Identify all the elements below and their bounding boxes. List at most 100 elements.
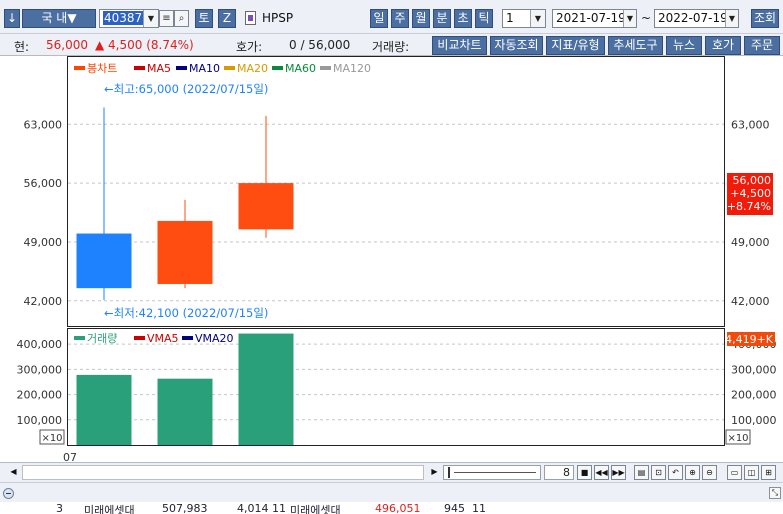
high-price-annotation: ←최고:65,000 (2022/07/15일) [104, 82, 268, 96]
fast-forward-icon[interactable]: ▶▶ [611, 465, 626, 480]
period-count-select[interactable]: 1 ▼ [502, 9, 546, 28]
volume-scale-left: ×10 [41, 433, 62, 444]
period-second-button[interactable]: 초 [454, 9, 472, 28]
buy-rank: 11 [472, 502, 486, 514]
dropdown-arrow-button[interactable]: ↓ [4, 9, 20, 28]
indicator-type-button[interactable]: 지표/유형 [546, 36, 605, 55]
volume-bar [238, 333, 294, 445]
period-minute-button[interactable]: 분 [433, 9, 451, 28]
horizontal-scrollbar[interactable] [22, 465, 424, 480]
trader-table-row: 3 미래에셋대 507,983 4,014 11 미래에셋대 496,051 9… [0, 502, 783, 514]
price-tick-label-right: 63,000 [731, 118, 770, 131]
candle-body [238, 183, 294, 230]
scroll-right-icon[interactable]: ▶ [427, 465, 442, 480]
legend-swatch-vma20 [182, 336, 193, 340]
resize-icon[interactable]: ⤡ [769, 487, 781, 499]
legend-swatch-ma10 [176, 66, 187, 70]
legend-swatch-vma5 [134, 336, 145, 340]
legend-swatch-ma20 [224, 66, 235, 70]
candle-body [76, 233, 132, 289]
auto-query-button[interactable]: 자동조회 [490, 36, 543, 55]
scroll-zoom-bar: ◀ ▶ 8 ■ ◀◀ ▶▶ ▤ ⊡ ↶ ⊕ ⊖ ▭ ◫ ⊞ [0, 462, 783, 482]
stock-chart[interactable]: 63,000 63,000 56,000 56,000 49,000 49,000 42,0… [0, 56, 783, 464]
quote-value: 0 / 56,000 [289, 38, 351, 52]
calendar-dropdown-icon[interactable]: ▼ [623, 10, 636, 27]
period-tick-button[interactable]: 틱 [475, 9, 493, 28]
current-volume-tag-value: 4,419+K [725, 333, 774, 346]
price-tick-label-right: 42,000 [731, 295, 770, 308]
price-tick-label-left: 49,000 [24, 236, 63, 249]
scroll-left-icon[interactable]: ◀ [6, 465, 21, 480]
current-price-tag-percent: +8.74% [727, 200, 771, 213]
main-toolbar: ↓ 국 내▼ 403870 ▼ ≡ ⌕ 토 Z HPSP 일 주 월 분 초 틱… [0, 0, 783, 34]
legend-ma10: MA10 [189, 62, 220, 75]
current-price-tag-price: 56,000 [733, 174, 772, 187]
chart-area[interactable]: 63,000 63,000 56,000 56,000 49,000 49,000 42,0… [0, 56, 783, 464]
legend-ma60: MA60 [285, 62, 316, 75]
current-price: 56,000 [46, 38, 88, 52]
row-rank: 3 [56, 502, 63, 514]
date-to-field[interactable]: 2022-07-19 ▼ [654, 9, 739, 28]
zoom-slider-track [454, 472, 536, 473]
period-month-button[interactable]: 월 [412, 9, 430, 28]
legend-swatch-ma5 [134, 66, 145, 70]
stop-icon[interactable]: ■ [577, 465, 592, 480]
compare-chart-button[interactable]: 비교차트 [432, 36, 487, 55]
zoom-slider-handle[interactable] [448, 467, 450, 478]
split-view-icon[interactable]: ◫ [744, 465, 759, 480]
chevron-down-icon[interactable]: ▼ [530, 10, 545, 27]
price-panel-frame [67, 56, 725, 327]
chart-marks [76, 107, 294, 445]
undo-icon[interactable]: ↶ [668, 465, 683, 480]
zoom-out-icon[interactable]: ⊖ [702, 465, 717, 480]
sell-rank: 11 [272, 502, 286, 514]
buy-broker: 미래에셋대 [290, 504, 341, 514]
price-change: ▲ 4,500 (8.74%) [95, 38, 194, 52]
zoom-slider[interactable] [443, 465, 541, 480]
price-label: 현: [14, 40, 30, 54]
search-button[interactable]: 조회 [751, 9, 779, 28]
low-price-annotation: ←최저:42,100 (2022/07/15일) [104, 306, 268, 320]
z-button[interactable]: Z [218, 9, 236, 28]
to-button[interactable]: 토 [195, 9, 213, 28]
period-week-button[interactable]: 주 [391, 9, 409, 28]
rewind-icon[interactable]: ◀◀ [594, 465, 609, 480]
window-icon[interactable]: ▭ [727, 465, 742, 480]
date-from-field[interactable]: 2021-07-19 ▼ [552, 9, 637, 28]
zoom-in-icon[interactable]: ⊕ [685, 465, 700, 480]
status-bar: ⤡ [0, 482, 783, 502]
market-selector[interactable]: 국 내▼ [22, 9, 96, 28]
price-tick-label-right: 49,000 [731, 236, 770, 249]
visible-count-field[interactable]: 8 [544, 465, 574, 480]
volume-bar [157, 378, 213, 445]
list-icon[interactable]: ≡ [159, 10, 174, 27]
symbol-code-field[interactable]: 403870 ▼ [99, 9, 159, 28]
volume-scale-right: ×10 [727, 433, 748, 444]
grid-view-icon[interactable]: ⊞ [761, 465, 776, 480]
volume-legend: 거래량 VMA5 VMA20 [74, 332, 234, 345]
legend-vma5: VMA5 [147, 332, 179, 345]
search-icon[interactable]: ⌕ [174, 10, 189, 27]
period-day-button[interactable]: 일 [370, 9, 388, 28]
volume-tick-label-left: 100,000 [17, 414, 63, 427]
news-button[interactable]: 뉴스 [666, 36, 702, 55]
order-button[interactable]: 주문 [744, 36, 780, 55]
legend-ma5: MA5 [147, 62, 171, 75]
data-table-icon[interactable]: ▤ [634, 465, 649, 480]
sell-volume: 507,983 [162, 502, 208, 514]
document-icon [245, 11, 256, 25]
trend-tool-button[interactable]: 추세도구 [608, 36, 663, 55]
volume-tick-label-left: 200,000 [17, 389, 63, 402]
buy-change: 945 [444, 502, 465, 514]
collapse-icon[interactable] [3, 488, 14, 499]
calendar-dropdown-icon[interactable]: ▼ [725, 10, 738, 27]
orderbook-button[interactable]: 호가 [705, 36, 741, 55]
legend-ma120: MA120 [333, 62, 371, 75]
period-buttons: 일 주 월 분 초 틱 [370, 9, 493, 28]
date-range-separator: ~ [641, 11, 652, 25]
volume-tick-label-right: 200,000 [731, 389, 777, 402]
zoom-area-icon[interactable]: ⊡ [651, 465, 666, 480]
buy-volume: 496,051 [375, 502, 421, 514]
chevron-down-icon[interactable]: ▼ [143, 10, 158, 27]
legend-volume: 거래량 [87, 332, 117, 345]
